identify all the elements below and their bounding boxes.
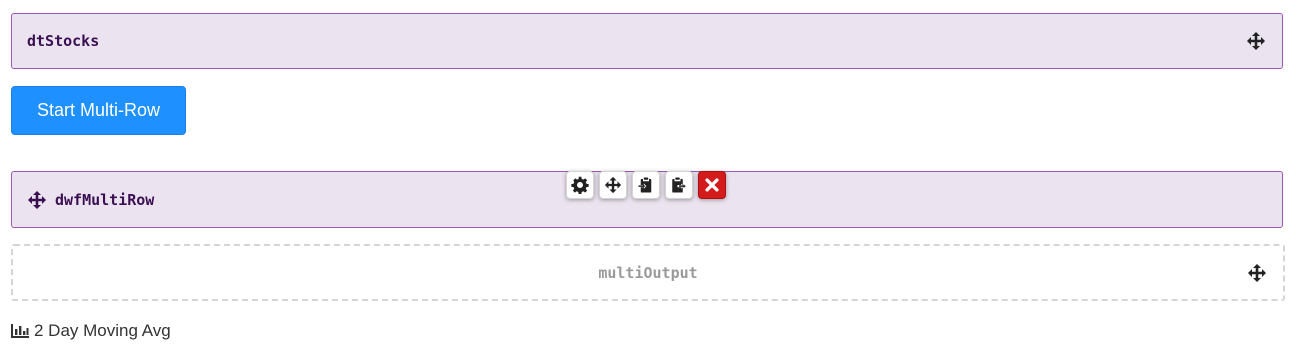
move-icon[interactable] <box>1247 263 1267 283</box>
bar-chart-icon <box>11 324 29 338</box>
panel-dtstocks[interactable]: dtStocks <box>11 13 1283 69</box>
panel-dtstocks-label: dtStocks <box>27 32 100 50</box>
moving-average-text: 2 Day Moving Avg <box>34 321 171 340</box>
clipboard-export-icon <box>670 176 688 194</box>
start-multi-row-button[interactable]: Start Multi-Row <box>11 86 186 135</box>
copy-button[interactable] <box>665 171 693 199</box>
paste-button[interactable] <box>632 171 660 199</box>
move-button[interactable] <box>599 171 627 199</box>
panel-multioutput[interactable]: multiOutput <box>11 244 1285 301</box>
page: dtStocks Start Multi-Row dwfMultiRow mul… <box>0 0 1297 361</box>
gear-icon <box>571 176 589 194</box>
move-icon[interactable] <box>1246 31 1266 51</box>
panel-multioutput-label: multiOutput <box>598 263 698 282</box>
panel-dwfmultirow-label: dwfMultiRow <box>55 190 155 209</box>
move-icon[interactable] <box>27 190 47 210</box>
remove-button[interactable] <box>698 171 726 199</box>
close-icon <box>703 176 721 194</box>
widget-toolbar <box>566 171 726 201</box>
move-icon <box>604 176 622 194</box>
paste-icon <box>637 176 655 194</box>
settings-button[interactable] <box>566 171 594 199</box>
moving-average-label: 2 Day Moving Avg <box>11 320 171 342</box>
